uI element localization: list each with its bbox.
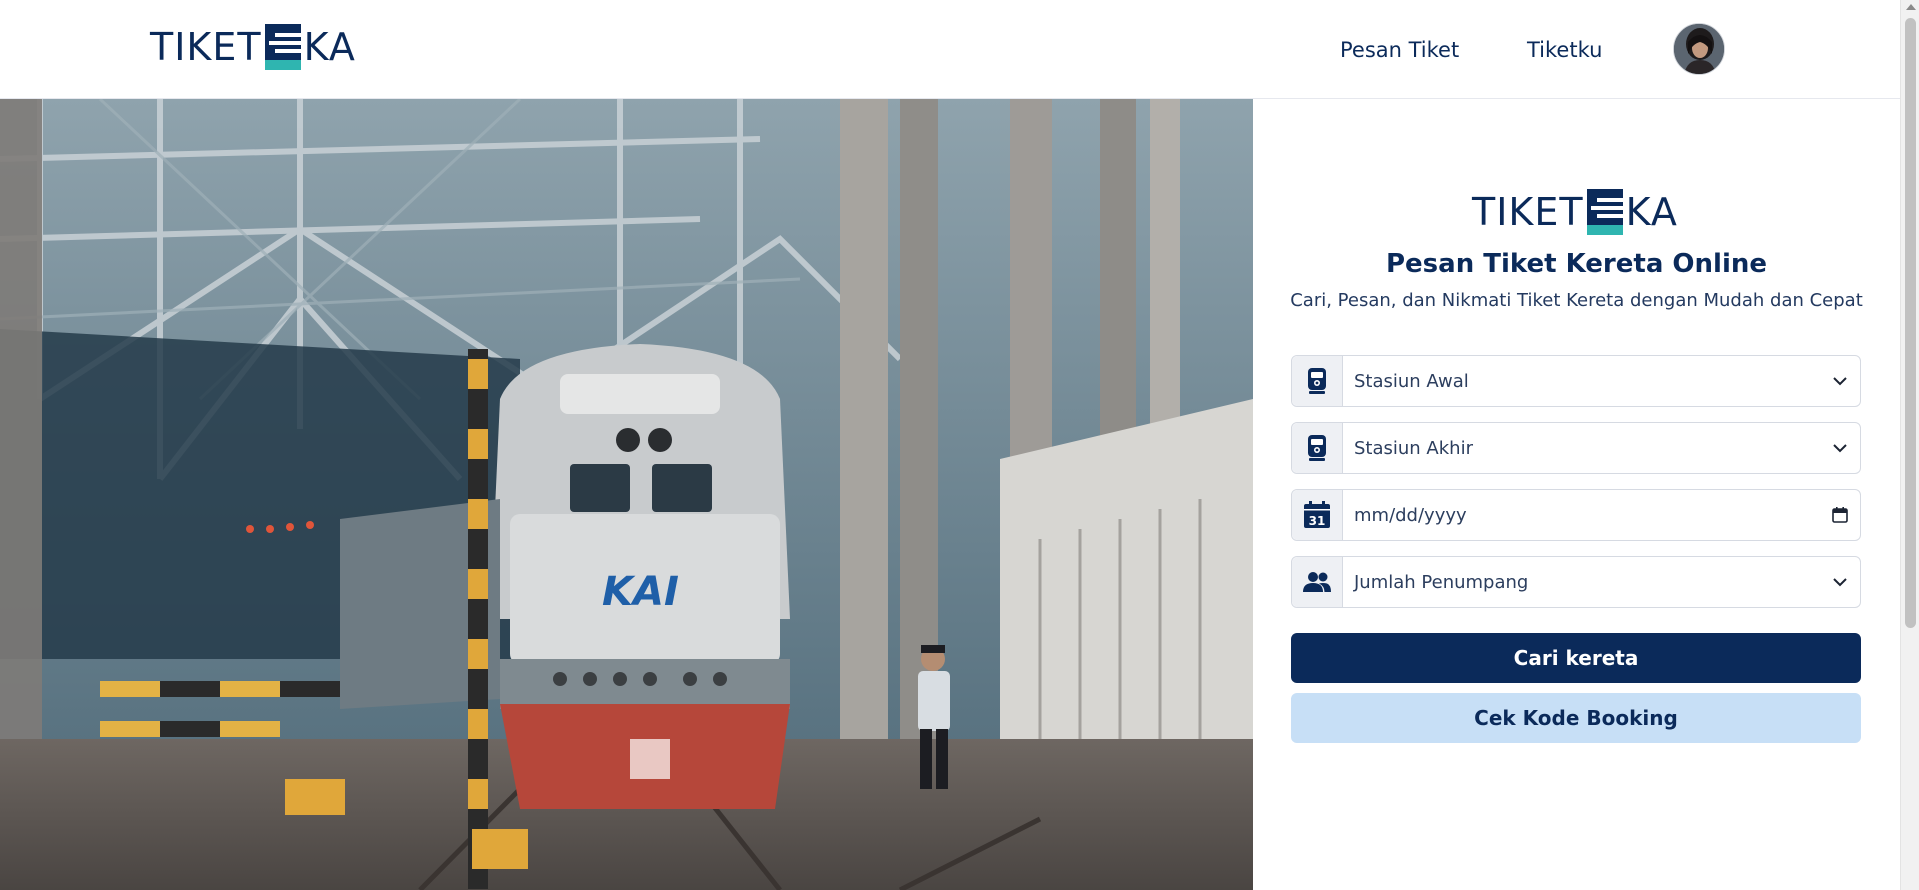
train-icon xyxy=(1308,435,1326,461)
panel-logo-text-ka: KA xyxy=(1625,190,1678,234)
logo-text-tiket: TIKET xyxy=(150,25,262,69)
scroll-up-arrow-icon[interactable] xyxy=(1906,4,1916,10)
train-icon xyxy=(1308,368,1326,394)
page-subtitle: Cari, Pesan, dan Nikmati Tiket Kereta de… xyxy=(1290,290,1863,311)
stasiun-akhir-select[interactable]: Stasiun Akhir xyxy=(1291,422,1861,474)
calendar-day-text: 31 xyxy=(1309,514,1326,528)
scroll-thumb[interactable] xyxy=(1905,18,1916,628)
tanggal-input[interactable]: 31 mm/dd/yyyy xyxy=(1291,489,1861,541)
page-scrollbar[interactable] xyxy=(1900,0,1919,890)
user-photo-icon xyxy=(1674,24,1724,74)
chevron-down-icon xyxy=(1833,578,1847,587)
hero-train-image: KAI xyxy=(0,99,1253,890)
jumlah-penumpang-value: Jumlah Penumpang xyxy=(1354,571,1529,593)
date-picker-button[interactable] xyxy=(1820,507,1860,523)
nav-tiketku[interactable]: Tiketku xyxy=(1527,0,1602,99)
stasiun-akhir-value: Stasiun Akhir xyxy=(1354,437,1473,459)
tanggal-value: mm/dd/yyyy xyxy=(1354,504,1467,526)
chevron-down-icon xyxy=(1833,377,1847,386)
nav-pesan-tiket[interactable]: Pesan Tiket xyxy=(1340,0,1459,99)
kai-logo-text: KAI xyxy=(602,569,679,615)
train-station-illustration: KAI xyxy=(0,99,1253,890)
chevron-down-icon xyxy=(1833,444,1847,453)
jumlah-penumpang-select[interactable]: Jumlah Penumpang xyxy=(1291,556,1861,608)
panel-tiketka-logo: TIKET KA xyxy=(1472,189,1678,235)
calendar-icon: 31 xyxy=(1304,501,1330,528)
tiketka-logo[interactable]: TIKET KA xyxy=(150,24,356,70)
stasiun-awal-value: Stasiun Awal xyxy=(1354,370,1469,392)
top-navbar: TIKET KA Pesan Tiket Tiketku xyxy=(0,0,1900,99)
logo-mark-icon xyxy=(264,24,301,70)
avatar[interactable] xyxy=(1673,23,1725,75)
panel-logo-mark-icon xyxy=(1586,189,1623,235)
stasiun-awal-select[interactable]: Stasiun Awal xyxy=(1291,355,1861,407)
cari-kereta-button[interactable]: Cari kereta xyxy=(1291,633,1861,683)
panel-logo-text-tiket: TIKET xyxy=(1472,190,1584,234)
cek-kode-booking-button[interactable]: Cek Kode Booking xyxy=(1291,693,1861,743)
calendar-picker-icon xyxy=(1832,507,1848,523)
page-title: Pesan Tiket Kereta Online xyxy=(1385,249,1767,279)
users-icon xyxy=(1303,572,1331,592)
logo-text-ka: KA xyxy=(303,25,356,69)
